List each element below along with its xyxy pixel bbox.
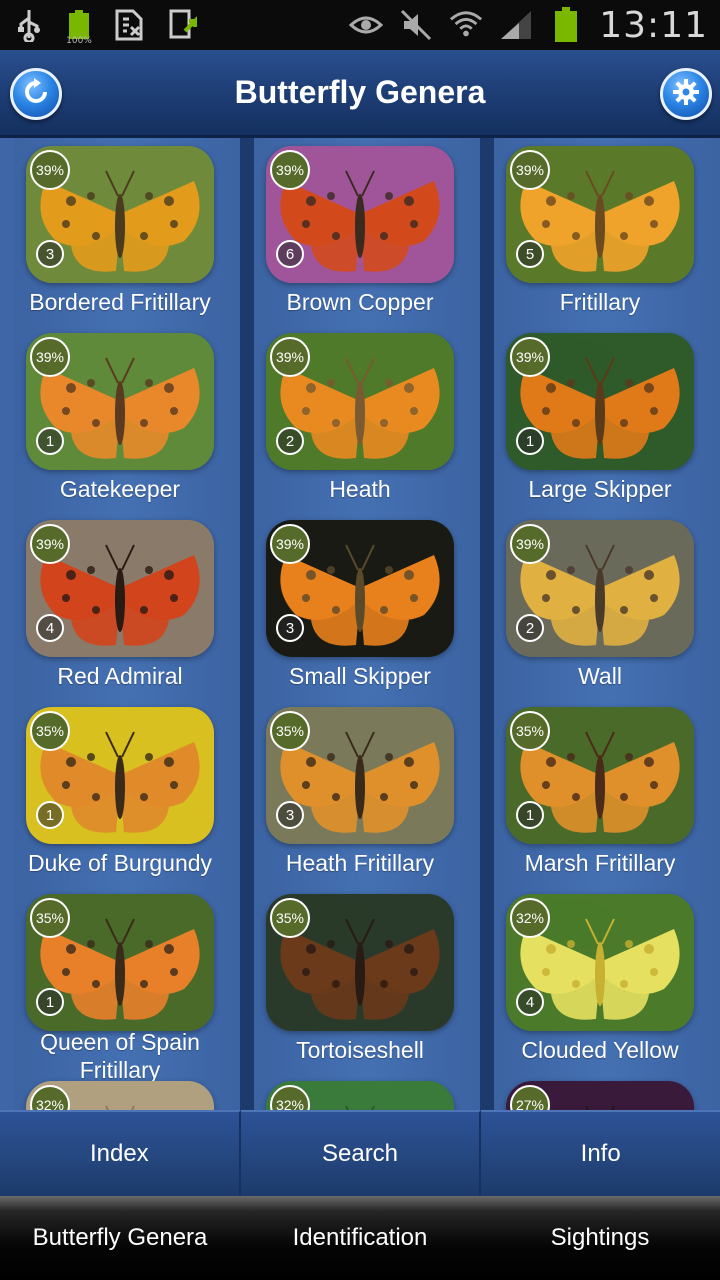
battery-small-percent: 100%	[66, 36, 92, 46]
bottom-nav-primary: Index Search Info	[0, 1110, 720, 1196]
match-percent-badge: 39%	[510, 337, 550, 377]
species-count-badge: 3	[36, 240, 64, 268]
genus-name: Brown Copper	[286, 289, 434, 315]
species-count-badge: 2	[276, 427, 304, 455]
genus-tile[interactable]: 32%	[240, 1073, 480, 1110]
match-percent-badge: 35%	[510, 711, 550, 751]
species-count-badge: 1	[36, 801, 64, 829]
species-count-badge: 1	[516, 801, 544, 829]
clock: 13:11	[599, 4, 708, 46]
match-percent-badge: 39%	[270, 150, 310, 190]
match-percent-badge: 35%	[30, 711, 70, 751]
download-icon	[168, 8, 202, 42]
genus-name: Tortoiseshell	[296, 1037, 424, 1063]
tab-butterfly-genera[interactable]: Butterfly Genera	[0, 1196, 240, 1280]
status-bar: 100% 13:11	[0, 0, 720, 50]
genus-tile[interactable]: 39% 4 Red Admiral	[0, 512, 240, 699]
genus-name: Clouded Yellow	[521, 1037, 679, 1063]
species-count-badge: 4	[516, 988, 544, 1016]
species-count-badge: 1	[516, 427, 544, 455]
genus-tile[interactable]: 27%	[480, 1073, 720, 1110]
wifi-icon	[449, 8, 483, 42]
species-count-badge: 4	[36, 614, 64, 642]
genus-tile[interactable]: 39% 6 Brown Copper	[240, 138, 480, 325]
battery-full-icon: 100%	[66, 8, 92, 46]
species-count-badge: 3	[276, 801, 304, 829]
genera-grid[interactable]: 39% 3 Bordered Fritillary 39% 6 Brown Copper 3…	[0, 138, 720, 1110]
species-count-badge: 1	[36, 988, 64, 1016]
eye-icon	[349, 8, 384, 42]
refresh-button[interactable]	[10, 68, 62, 120]
species-count-badge: 5	[516, 240, 544, 268]
nav-info-button[interactable]: Info	[481, 1110, 720, 1196]
genus-name: Heath Fritillary	[285, 850, 435, 876]
genus-tile[interactable]: 39% 1 Gatekeeper	[0, 325, 240, 512]
genus-name: Fritillary	[559, 289, 641, 315]
genus-name: Duke of Burgundy	[27, 850, 213, 876]
tab-sightings[interactable]: Sightings	[480, 1196, 720, 1280]
genus-tile[interactable]: 32%	[0, 1073, 240, 1110]
match-percent-badge: 35%	[270, 898, 310, 938]
bottom-nav-secondary: Butterfly Genera Identification Sighting…	[0, 1196, 720, 1280]
genus-name: Heath	[329, 476, 391, 502]
species-count-badge: 2	[516, 614, 544, 642]
genus-name: Large Skipper	[528, 476, 672, 502]
genus-tile[interactable]: 39% 3 Bordered Fritillary	[0, 138, 240, 325]
page-title: Butterfly Genera	[234, 74, 486, 110]
genus-tile[interactable]: 35% 1 Queen of Spain Fritillary	[0, 886, 240, 1083]
match-percent-badge: 35%	[270, 711, 310, 751]
nav-search-button[interactable]: Search	[240, 1110, 482, 1196]
app-header: Butterfly Genera	[0, 50, 720, 138]
genus-name: Gatekeeper	[59, 476, 181, 502]
match-percent-badge: 39%	[270, 337, 310, 377]
species-count-badge: 1	[36, 427, 64, 455]
genus-tile[interactable]: 32% 4 Clouded Yellow	[480, 886, 720, 1073]
match-percent-badge: 39%	[30, 524, 70, 564]
settings-button[interactable]	[660, 68, 712, 120]
genus-tile[interactable]: 39% 5 Fritillary	[480, 138, 720, 325]
tab-identification[interactable]: Identification	[240, 1196, 480, 1280]
genus-tile[interactable]: 35% 1 Marsh Fritillary	[480, 699, 720, 886]
species-count-badge: 3	[276, 614, 304, 642]
sim-icon	[112, 8, 146, 42]
genus-name: Small Skipper	[289, 663, 431, 689]
genus-tile[interactable]: 39% 1 Large Skipper	[480, 325, 720, 512]
genus-tile[interactable]: 39% 2 Wall	[480, 512, 720, 699]
genus-tile[interactable]: 35% Tortoiseshell	[240, 886, 480, 1073]
match-percent-badge: 35%	[30, 898, 70, 938]
genus-name: Marsh Fritillary	[524, 850, 676, 876]
mute-icon	[399, 8, 433, 42]
match-percent-badge: 39%	[510, 150, 550, 190]
usb-icon	[12, 8, 46, 42]
refresh-icon	[21, 77, 51, 111]
genus-tile[interactable]: 39% 2 Heath	[240, 325, 480, 512]
match-percent-badge: 39%	[30, 337, 70, 377]
species-count-badge: 6	[276, 240, 304, 268]
match-percent-badge: 39%	[510, 524, 550, 564]
genus-tile[interactable]: 35% 3 Heath Fritillary	[240, 699, 480, 886]
genus-tile[interactable]: 39% 3 Small Skipper	[240, 512, 480, 699]
nav-index-button[interactable]: Index	[0, 1110, 241, 1196]
match-percent-badge: 32%	[510, 898, 550, 938]
signal-icon	[499, 8, 533, 42]
battery-icon	[549, 7, 583, 42]
match-percent-badge: 39%	[30, 150, 70, 190]
genus-name: Red Admiral	[57, 663, 183, 689]
match-percent-badge: 39%	[270, 524, 310, 564]
genus-name: Bordered Fritillary	[29, 289, 211, 315]
gear-icon	[672, 78, 700, 110]
genus-tile[interactable]: 35% 1 Duke of Burgundy	[0, 699, 240, 886]
genus-name: Wall	[578, 663, 622, 689]
